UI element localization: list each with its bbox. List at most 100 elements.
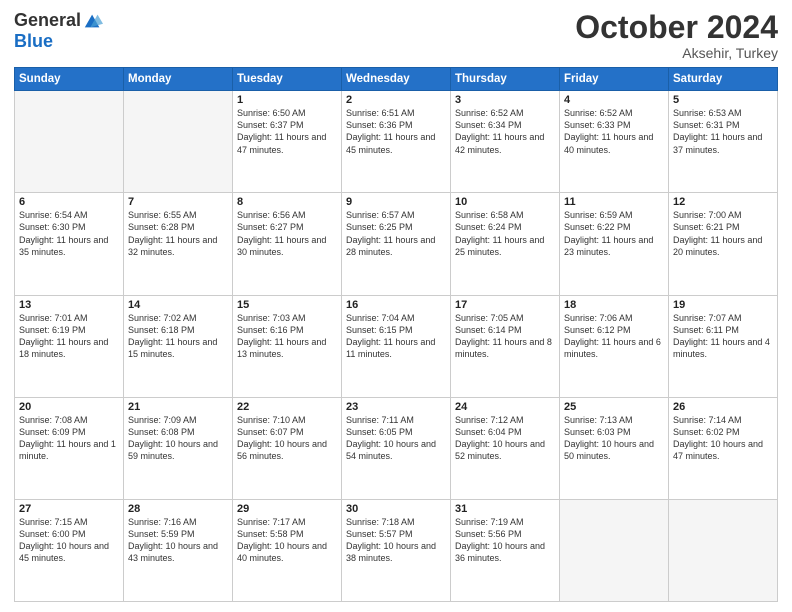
day-detail: Sunrise: 6:58 AM Sunset: 6:24 PM Dayligh… (455, 209, 555, 258)
day-number: 8 (237, 196, 337, 208)
day-detail: Sunrise: 6:56 AM Sunset: 6:27 PM Dayligh… (237, 209, 337, 258)
col-saturday: Saturday (669, 68, 778, 91)
calendar-cell: 18Sunrise: 7:06 AM Sunset: 6:12 PM Dayli… (560, 295, 669, 397)
day-detail: Sunrise: 7:18 AM Sunset: 5:57 PM Dayligh… (346, 516, 446, 565)
calendar-week-2: 6Sunrise: 6:54 AM Sunset: 6:30 PM Daylig… (15, 193, 778, 295)
day-number: 13 (19, 299, 119, 311)
day-number: 19 (673, 299, 773, 311)
calendar-cell: 16Sunrise: 7:04 AM Sunset: 6:15 PM Dayli… (342, 295, 451, 397)
day-detail: Sunrise: 7:12 AM Sunset: 6:04 PM Dayligh… (455, 414, 555, 463)
day-number: 15 (237, 299, 337, 311)
calendar-cell: 1Sunrise: 6:50 AM Sunset: 6:37 PM Daylig… (233, 91, 342, 193)
calendar-cell: 15Sunrise: 7:03 AM Sunset: 6:16 PM Dayli… (233, 295, 342, 397)
calendar-week-5: 27Sunrise: 7:15 AM Sunset: 6:00 PM Dayli… (15, 499, 778, 601)
day-detail: Sunrise: 7:15 AM Sunset: 6:00 PM Dayligh… (19, 516, 119, 565)
day-detail: Sunrise: 6:51 AM Sunset: 6:36 PM Dayligh… (346, 107, 446, 156)
calendar-cell: 10Sunrise: 6:58 AM Sunset: 6:24 PM Dayli… (451, 193, 560, 295)
day-detail: Sunrise: 7:19 AM Sunset: 5:56 PM Dayligh… (455, 516, 555, 565)
calendar-cell: 12Sunrise: 7:00 AM Sunset: 6:21 PM Dayli… (669, 193, 778, 295)
day-number: 23 (346, 401, 446, 413)
day-detail: Sunrise: 7:08 AM Sunset: 6:09 PM Dayligh… (19, 414, 119, 463)
logo-icon (83, 12, 103, 30)
logo: General Blue (14, 10, 103, 52)
day-detail: Sunrise: 7:11 AM Sunset: 6:05 PM Dayligh… (346, 414, 446, 463)
header: General Blue October 2024 Aksehir, Turke… (14, 10, 778, 61)
day-number: 14 (128, 299, 228, 311)
day-detail: Sunrise: 7:13 AM Sunset: 6:03 PM Dayligh… (564, 414, 664, 463)
calendar-cell: 11Sunrise: 6:59 AM Sunset: 6:22 PM Dayli… (560, 193, 669, 295)
day-detail: Sunrise: 7:17 AM Sunset: 5:58 PM Dayligh… (237, 516, 337, 565)
day-detail: Sunrise: 6:57 AM Sunset: 6:25 PM Dayligh… (346, 209, 446, 258)
day-number: 24 (455, 401, 555, 413)
day-number: 28 (128, 503, 228, 515)
calendar-week-4: 20Sunrise: 7:08 AM Sunset: 6:09 PM Dayli… (15, 397, 778, 499)
day-number: 21 (128, 401, 228, 413)
logo-blue: Blue (14, 31, 53, 52)
day-number: 7 (128, 196, 228, 208)
calendar-cell: 17Sunrise: 7:05 AM Sunset: 6:14 PM Dayli… (451, 295, 560, 397)
title-block: October 2024 Aksehir, Turkey (575, 10, 778, 61)
day-number: 20 (19, 401, 119, 413)
col-sunday: Sunday (15, 68, 124, 91)
calendar-cell: 9Sunrise: 6:57 AM Sunset: 6:25 PM Daylig… (342, 193, 451, 295)
calendar-cell (560, 499, 669, 601)
month-title: October 2024 (575, 10, 778, 45)
day-detail: Sunrise: 7:14 AM Sunset: 6:02 PM Dayligh… (673, 414, 773, 463)
day-number: 4 (564, 94, 664, 106)
day-detail: Sunrise: 7:02 AM Sunset: 6:18 PM Dayligh… (128, 312, 228, 361)
col-monday: Monday (124, 68, 233, 91)
day-number: 9 (346, 196, 446, 208)
day-number: 11 (564, 196, 664, 208)
day-number: 6 (19, 196, 119, 208)
day-detail: Sunrise: 6:52 AM Sunset: 6:34 PM Dayligh… (455, 107, 555, 156)
day-detail: Sunrise: 7:10 AM Sunset: 6:07 PM Dayligh… (237, 414, 337, 463)
calendar-cell: 26Sunrise: 7:14 AM Sunset: 6:02 PM Dayli… (669, 397, 778, 499)
day-detail: Sunrise: 7:04 AM Sunset: 6:15 PM Dayligh… (346, 312, 446, 361)
day-detail: Sunrise: 6:54 AM Sunset: 6:30 PM Dayligh… (19, 209, 119, 258)
day-number: 31 (455, 503, 555, 515)
logo-general: General (14, 10, 81, 31)
day-number: 30 (346, 503, 446, 515)
col-wednesday: Wednesday (342, 68, 451, 91)
day-number: 10 (455, 196, 555, 208)
day-detail: Sunrise: 7:06 AM Sunset: 6:12 PM Dayligh… (564, 312, 664, 361)
calendar-cell: 4Sunrise: 6:52 AM Sunset: 6:33 PM Daylig… (560, 91, 669, 193)
day-number: 22 (237, 401, 337, 413)
calendar-cell (15, 91, 124, 193)
calendar-cell: 7Sunrise: 6:55 AM Sunset: 6:28 PM Daylig… (124, 193, 233, 295)
col-tuesday: Tuesday (233, 68, 342, 91)
calendar-cell: 30Sunrise: 7:18 AM Sunset: 5:57 PM Dayli… (342, 499, 451, 601)
day-detail: Sunrise: 6:59 AM Sunset: 6:22 PM Dayligh… (564, 209, 664, 258)
calendar-cell: 8Sunrise: 6:56 AM Sunset: 6:27 PM Daylig… (233, 193, 342, 295)
col-thursday: Thursday (451, 68, 560, 91)
day-number: 26 (673, 401, 773, 413)
calendar-week-1: 1Sunrise: 6:50 AM Sunset: 6:37 PM Daylig… (15, 91, 778, 193)
day-detail: Sunrise: 7:03 AM Sunset: 6:16 PM Dayligh… (237, 312, 337, 361)
day-number: 1 (237, 94, 337, 106)
calendar-cell: 25Sunrise: 7:13 AM Sunset: 6:03 PM Dayli… (560, 397, 669, 499)
calendar-cell: 23Sunrise: 7:11 AM Sunset: 6:05 PM Dayli… (342, 397, 451, 499)
day-detail: Sunrise: 7:00 AM Sunset: 6:21 PM Dayligh… (673, 209, 773, 258)
calendar-cell: 31Sunrise: 7:19 AM Sunset: 5:56 PM Dayli… (451, 499, 560, 601)
day-detail: Sunrise: 6:52 AM Sunset: 6:33 PM Dayligh… (564, 107, 664, 156)
day-number: 25 (564, 401, 664, 413)
day-number: 3 (455, 94, 555, 106)
col-friday: Friday (560, 68, 669, 91)
calendar-header: Sunday Monday Tuesday Wednesday Thursday… (15, 68, 778, 91)
day-detail: Sunrise: 6:55 AM Sunset: 6:28 PM Dayligh… (128, 209, 228, 258)
calendar-cell: 29Sunrise: 7:17 AM Sunset: 5:58 PM Dayli… (233, 499, 342, 601)
calendar-cell: 2Sunrise: 6:51 AM Sunset: 6:36 PM Daylig… (342, 91, 451, 193)
calendar-cell: 14Sunrise: 7:02 AM Sunset: 6:18 PM Dayli… (124, 295, 233, 397)
day-number: 17 (455, 299, 555, 311)
calendar-cell: 20Sunrise: 7:08 AM Sunset: 6:09 PM Dayli… (15, 397, 124, 499)
calendar-cell: 22Sunrise: 7:10 AM Sunset: 6:07 PM Dayli… (233, 397, 342, 499)
day-number: 16 (346, 299, 446, 311)
location: Aksehir, Turkey (575, 45, 778, 61)
calendar-cell: 6Sunrise: 6:54 AM Sunset: 6:30 PM Daylig… (15, 193, 124, 295)
day-number: 5 (673, 94, 773, 106)
logo-text: General (14, 10, 103, 31)
calendar-table: Sunday Monday Tuesday Wednesday Thursday… (14, 67, 778, 602)
calendar-cell: 5Sunrise: 6:53 AM Sunset: 6:31 PM Daylig… (669, 91, 778, 193)
page: General Blue October 2024 Aksehir, Turke… (0, 0, 792, 612)
day-number: 18 (564, 299, 664, 311)
